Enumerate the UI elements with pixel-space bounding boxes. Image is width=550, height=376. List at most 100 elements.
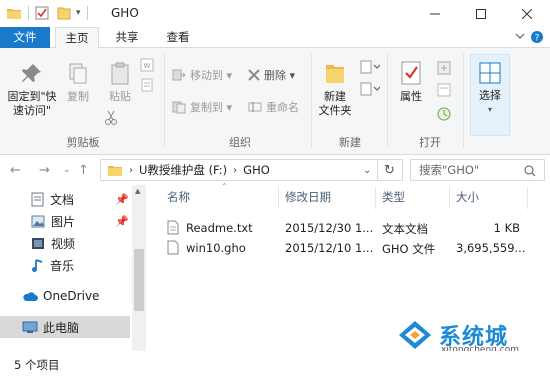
new-folder-icon[interactable] <box>57 6 71 20</box>
properties-icon[interactable] <box>35 6 49 20</box>
back-button[interactable]: ← <box>10 163 21 178</box>
watermark-logo <box>399 321 431 349</box>
forward-button[interactable]: → <box>39 163 50 178</box>
help-icon[interactable]: ? <box>530 30 544 44</box>
breadcrumb-item-drive[interactable]: U教授维护盘 (F:) <box>139 162 227 178</box>
clipboard-group-label: 剪贴板 <box>66 136 100 149</box>
breadcrumb-item-folder[interactable]: GHO <box>243 163 270 177</box>
nav-item-documents[interactable]: 文档 📌 <box>0 188 130 210</box>
nav-item-music[interactable]: 音乐 <box>0 254 130 276</box>
table-row[interactable]: win10.gho 2015/12/10 1... GHO 文件 3,695,5… <box>146 238 550 258</box>
nav-item-videos[interactable]: 视频 <box>0 232 130 254</box>
column-divider[interactable] <box>449 187 450 209</box>
file-list: ⌃ 名称 修改日期 类型 大小 Readme.txt 2015/12/30 1.… <box>146 182 550 355</box>
search-input[interactable]: 搜索"GHO" <box>410 159 545 181</box>
select-dropdown-icon: ▾ <box>487 105 492 114</box>
cloud-icon <box>23 291 38 301</box>
refresh-button[interactable]: ↻ <box>384 163 395 178</box>
nav-item-pictures[interactable]: 图片 📌 <box>0 210 130 232</box>
organize-group-label: 组织 <box>229 136 251 149</box>
copy-to-label: 复制到 ▾ <box>190 101 233 114</box>
pin-icon <box>22 64 41 82</box>
minimize-icon <box>430 13 440 14</box>
customize-toolbar-icon[interactable]: ▾ <box>76 8 81 18</box>
new-group-label: 新建 <box>339 136 361 149</box>
close-icon <box>522 8 532 19</box>
move-to-icon <box>172 69 186 81</box>
pin-icon[interactable]: 📌 <box>115 193 129 206</box>
address-history-dropdown[interactable]: ⌄ <box>363 165 371 176</box>
title-bar: ▾ GHO <box>0 0 550 27</box>
nav-item-onedrive[interactable]: OneDrive <box>0 285 130 307</box>
column-divider[interactable] <box>375 187 376 209</box>
select-button[interactable]: 选择 ▾ <box>470 54 510 136</box>
maximize-icon <box>476 8 486 19</box>
column-header-name[interactable]: 名称 <box>167 189 190 205</box>
paste-label: 粘贴 <box>109 90 131 103</box>
nav-item-label: 此电脑 <box>43 320 80 335</box>
navigation-scrollbar[interactable]: ▲ <box>132 185 146 351</box>
new-item-icon[interactable] <box>360 60 380 74</box>
open-icon[interactable] <box>436 60 452 76</box>
copy-to-icon <box>172 101 186 114</box>
maximize-button[interactable] <box>458 0 504 27</box>
pin-quick-access-button[interactable]: 固定到"快 速访问" <box>4 62 60 118</box>
pin-icon[interactable]: 📌 <box>115 215 129 228</box>
paste-button[interactable]: 粘贴 <box>104 62 136 104</box>
edit-icon[interactable] <box>436 82 452 98</box>
scrollbar-thumb[interactable] <box>134 249 144 311</box>
move-to-button[interactable]: 移动到 ▾ <box>172 66 232 84</box>
rename-button[interactable]: 重命名 <box>248 98 299 116</box>
minimize-button[interactable] <box>412 0 458 27</box>
folder-icon[interactable] <box>6 6 22 20</box>
pin-label-2: 速访问" <box>12 104 52 117</box>
column-header-date[interactable]: 修改日期 <box>285 189 331 205</box>
nav-item-label: OneDrive <box>43 289 100 303</box>
address-toolbar: ← → ⌄ ↑ › U教授维护盘 (F:) › GHO ⌄ ↻ 搜索"GHO" <box>0 155 550 185</box>
delete-label: 删除 ▾ <box>264 69 296 82</box>
copy-path-icon[interactable] <box>140 78 154 92</box>
copy-to-button[interactable]: 复制到 ▾ <box>172 98 232 116</box>
easy-access-icon[interactable] <box>360 82 380 96</box>
quick-access-toolbar: ▾ <box>6 5 94 21</box>
column-header-type[interactable]: 类型 <box>382 189 405 205</box>
item-count: 5 个项目 <box>14 358 60 372</box>
file-type: 文本文档 <box>382 222 428 236</box>
nav-item-label: 视频 <box>51 236 76 251</box>
nav-item-label: 图片 <box>51 214 76 229</box>
address-bar[interactable]: › U教授维护盘 (F:) › GHO ⌄ ↻ <box>100 159 403 181</box>
breadcrumb-separator: › <box>129 164 133 176</box>
tab-home[interactable]: 主页 <box>55 27 99 49</box>
recent-locations-icon[interactable]: ⌄ <box>63 165 71 175</box>
delete-button[interactable]: 删除 ▾ <box>248 66 295 84</box>
ribbon: 固定到"快 速访问" 复制 粘贴 W 剪贴板 移动到 ▾ 复制到 ▾ 删除 ▾ … <box>0 48 550 155</box>
column-divider[interactable] <box>527 187 528 209</box>
nav-item-this-pc[interactable]: 此电脑 <box>0 316 130 338</box>
tab-share[interactable]: 共享 <box>105 27 149 48</box>
tab-file[interactable]: 文件 <box>0 27 50 48</box>
new-folder-button[interactable]: 新建 文件夹 <box>313 60 357 118</box>
document-icon <box>31 192 44 206</box>
tab-view[interactable]: 查看 <box>156 27 200 48</box>
svg-text:W: W <box>144 62 151 70</box>
rename-label: 重命名 <box>266 101 299 114</box>
chevron-down-icon[interactable] <box>515 33 525 41</box>
file-type: GHO 文件 <box>382 242 436 256</box>
file-name: win10.gho <box>186 241 246 255</box>
nav-item-label: 文档 <box>50 192 75 207</box>
search-icon <box>524 165 536 177</box>
up-button[interactable]: ↑ <box>78 163 89 178</box>
column-header-size[interactable]: 大小 <box>456 189 479 205</box>
close-button[interactable] <box>504 0 550 27</box>
cut-icon[interactable]: W <box>140 58 154 72</box>
properties-button[interactable]: 属性 <box>393 60 429 104</box>
copy-button[interactable]: 复制 <box>62 62 94 104</box>
history-icon[interactable] <box>436 106 452 122</box>
scroll-up-icon[interactable]: ▲ <box>135 187 140 195</box>
new-folder-label-2: 文件夹 <box>318 104 352 117</box>
group-divider <box>463 54 464 148</box>
column-divider[interactable] <box>278 187 279 209</box>
scissors-icon[interactable] <box>104 110 118 126</box>
table-row[interactable]: Readme.txt 2015/12/30 1... 文本文档 1 KB <box>146 218 550 238</box>
picture-icon <box>31 215 45 227</box>
